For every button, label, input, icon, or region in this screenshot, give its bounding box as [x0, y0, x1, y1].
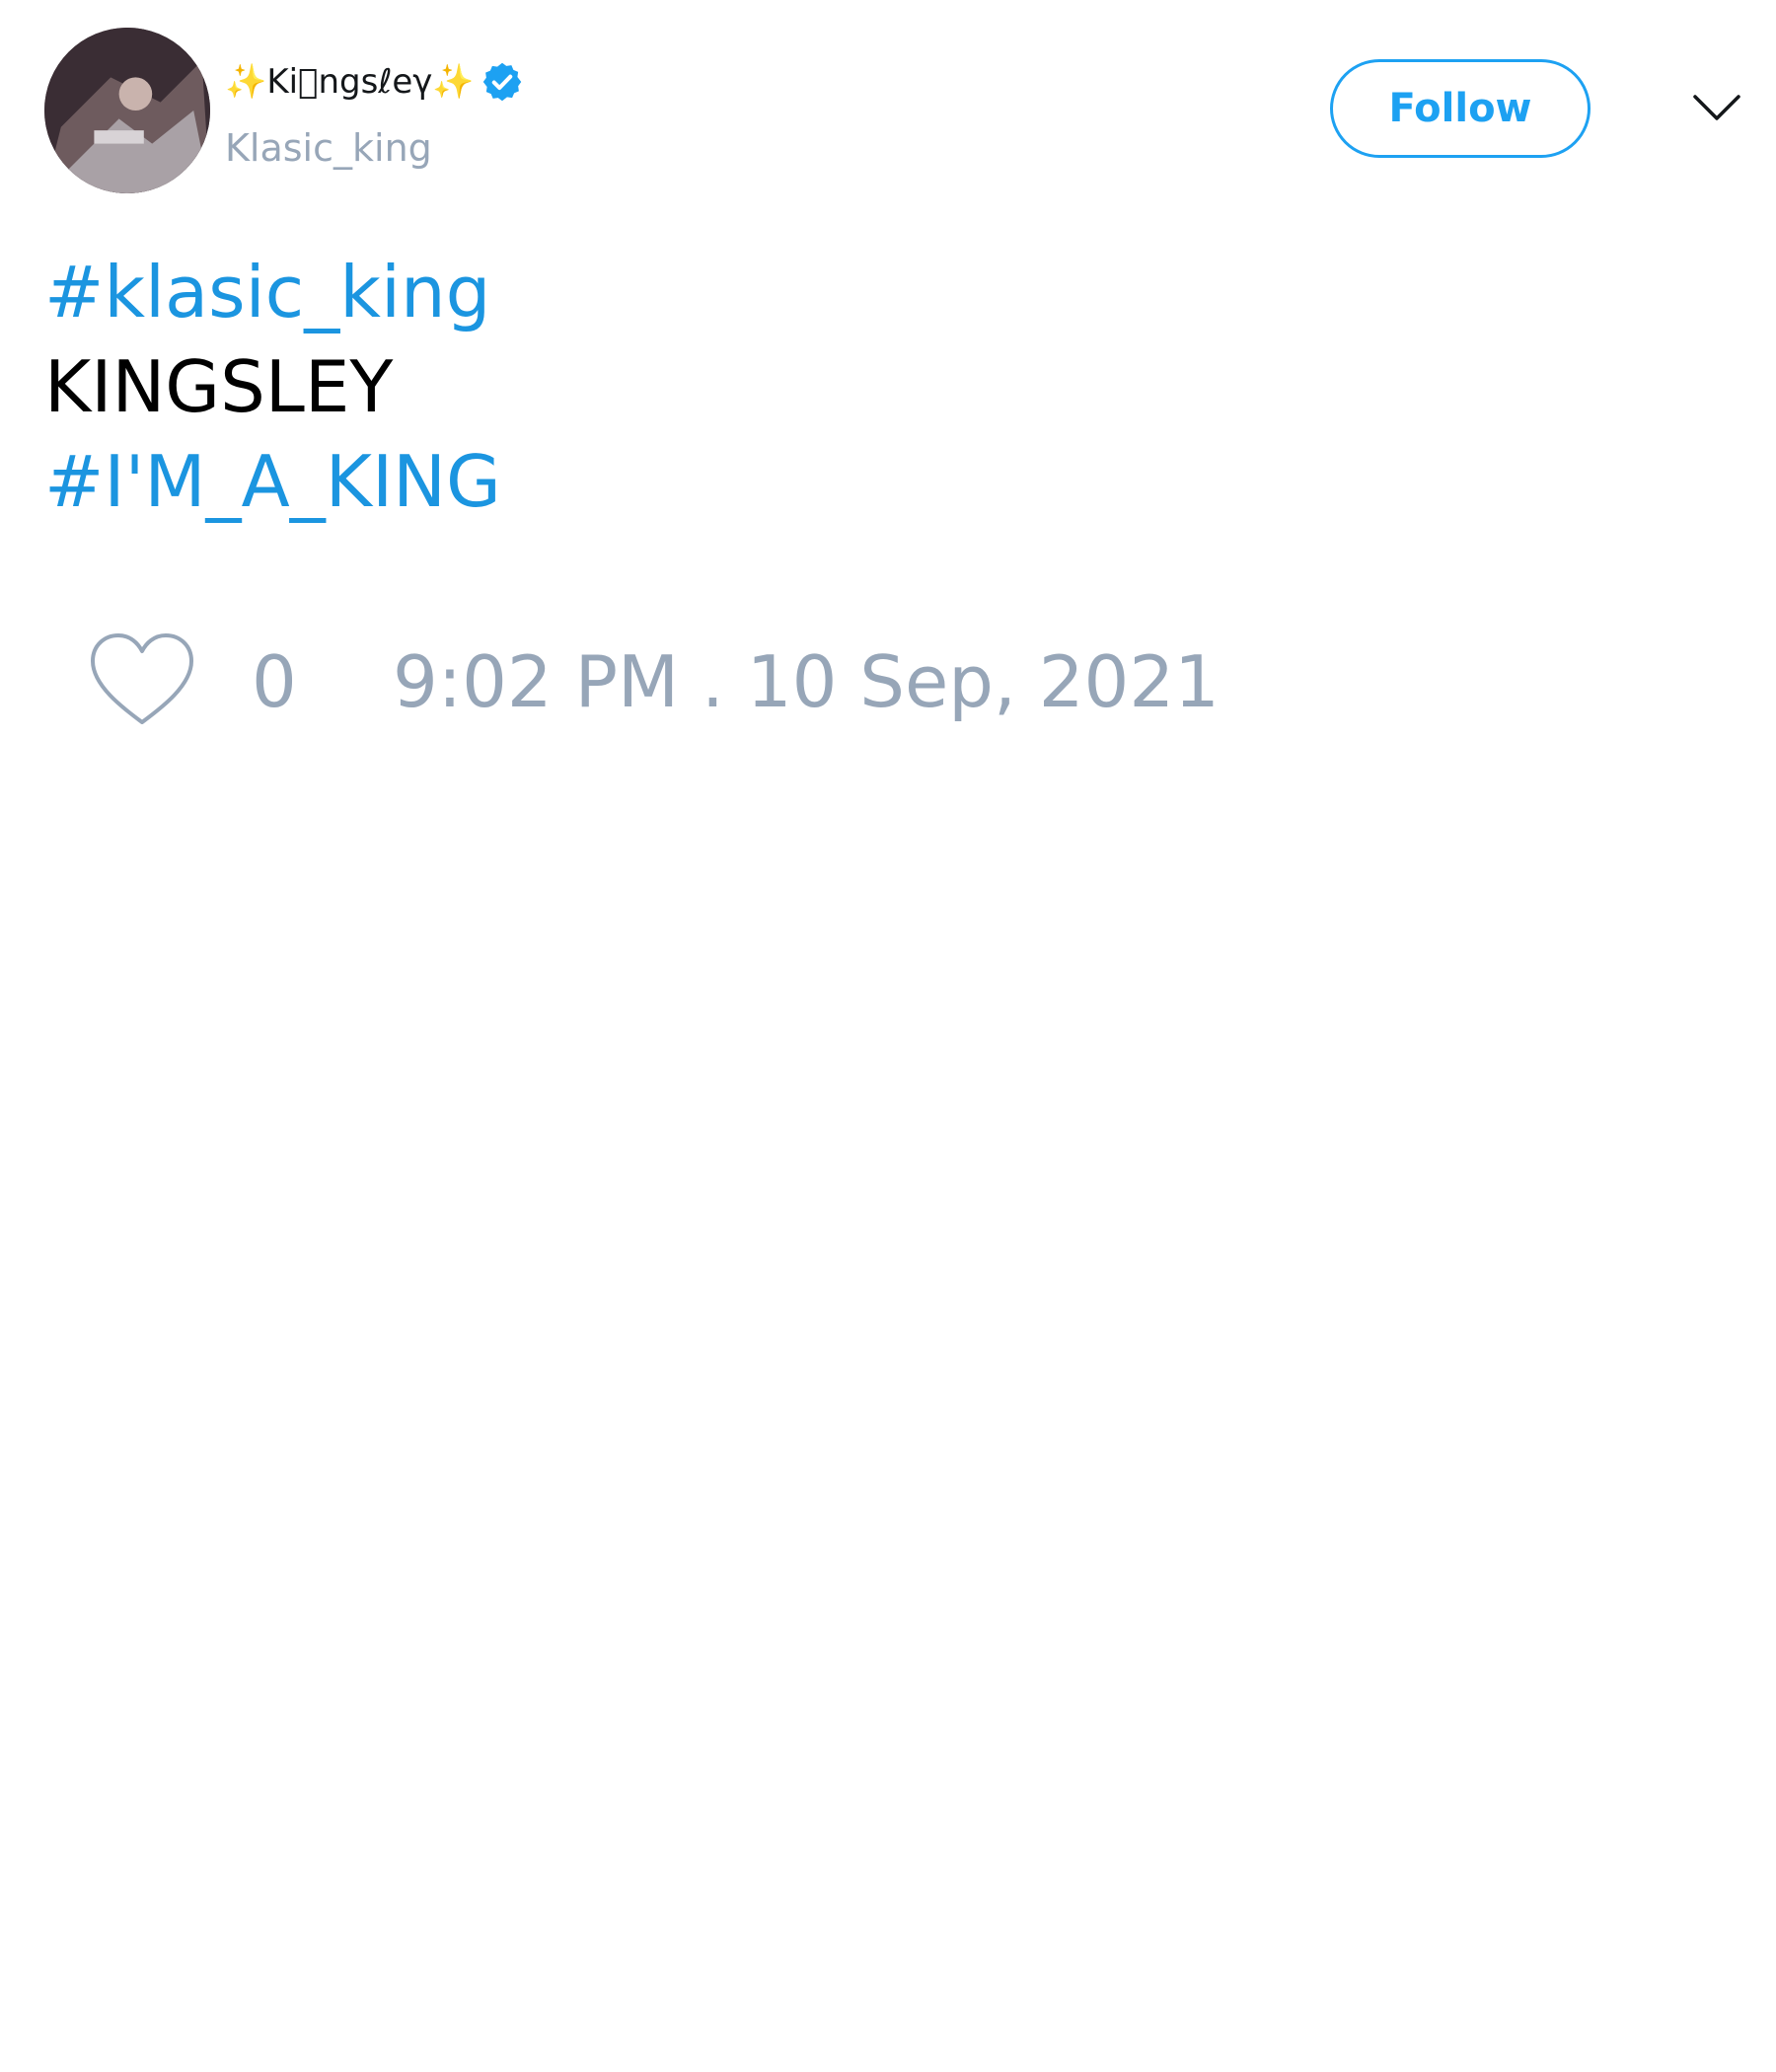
author-handle[interactable]: Klasic_king	[225, 126, 432, 170]
like-count: 0	[252, 640, 297, 723]
verified-badge-icon	[481, 60, 524, 104]
hashtag-link[interactable]: #klasic_king	[44, 245, 501, 339]
avatar-photo-icon	[44, 28, 210, 193]
avatar[interactable]	[44, 28, 210, 193]
author-display-name[interactable]: ✨Kiᷝngꜱℓeγ✨	[225, 62, 475, 102]
tweet-timestamp[interactable]: 9:02 PM . 10 Sep, 2021	[393, 639, 1220, 724]
tweet-text-line: KINGSLEY	[44, 345, 394, 428]
tweet-body: #klasic_king KINGSLEY #I'M_A_KING	[44, 245, 501, 529]
chevron-down-icon[interactable]	[1692, 91, 1741, 126]
follow-button[interactable]: Follow	[1330, 59, 1591, 158]
hashtag-link[interactable]: #I'M_A_KING	[44, 434, 501, 529]
author-display-name-row: ✨Kiᷝngꜱℓeγ✨	[225, 57, 524, 107]
heart-icon[interactable]	[87, 631, 197, 730]
